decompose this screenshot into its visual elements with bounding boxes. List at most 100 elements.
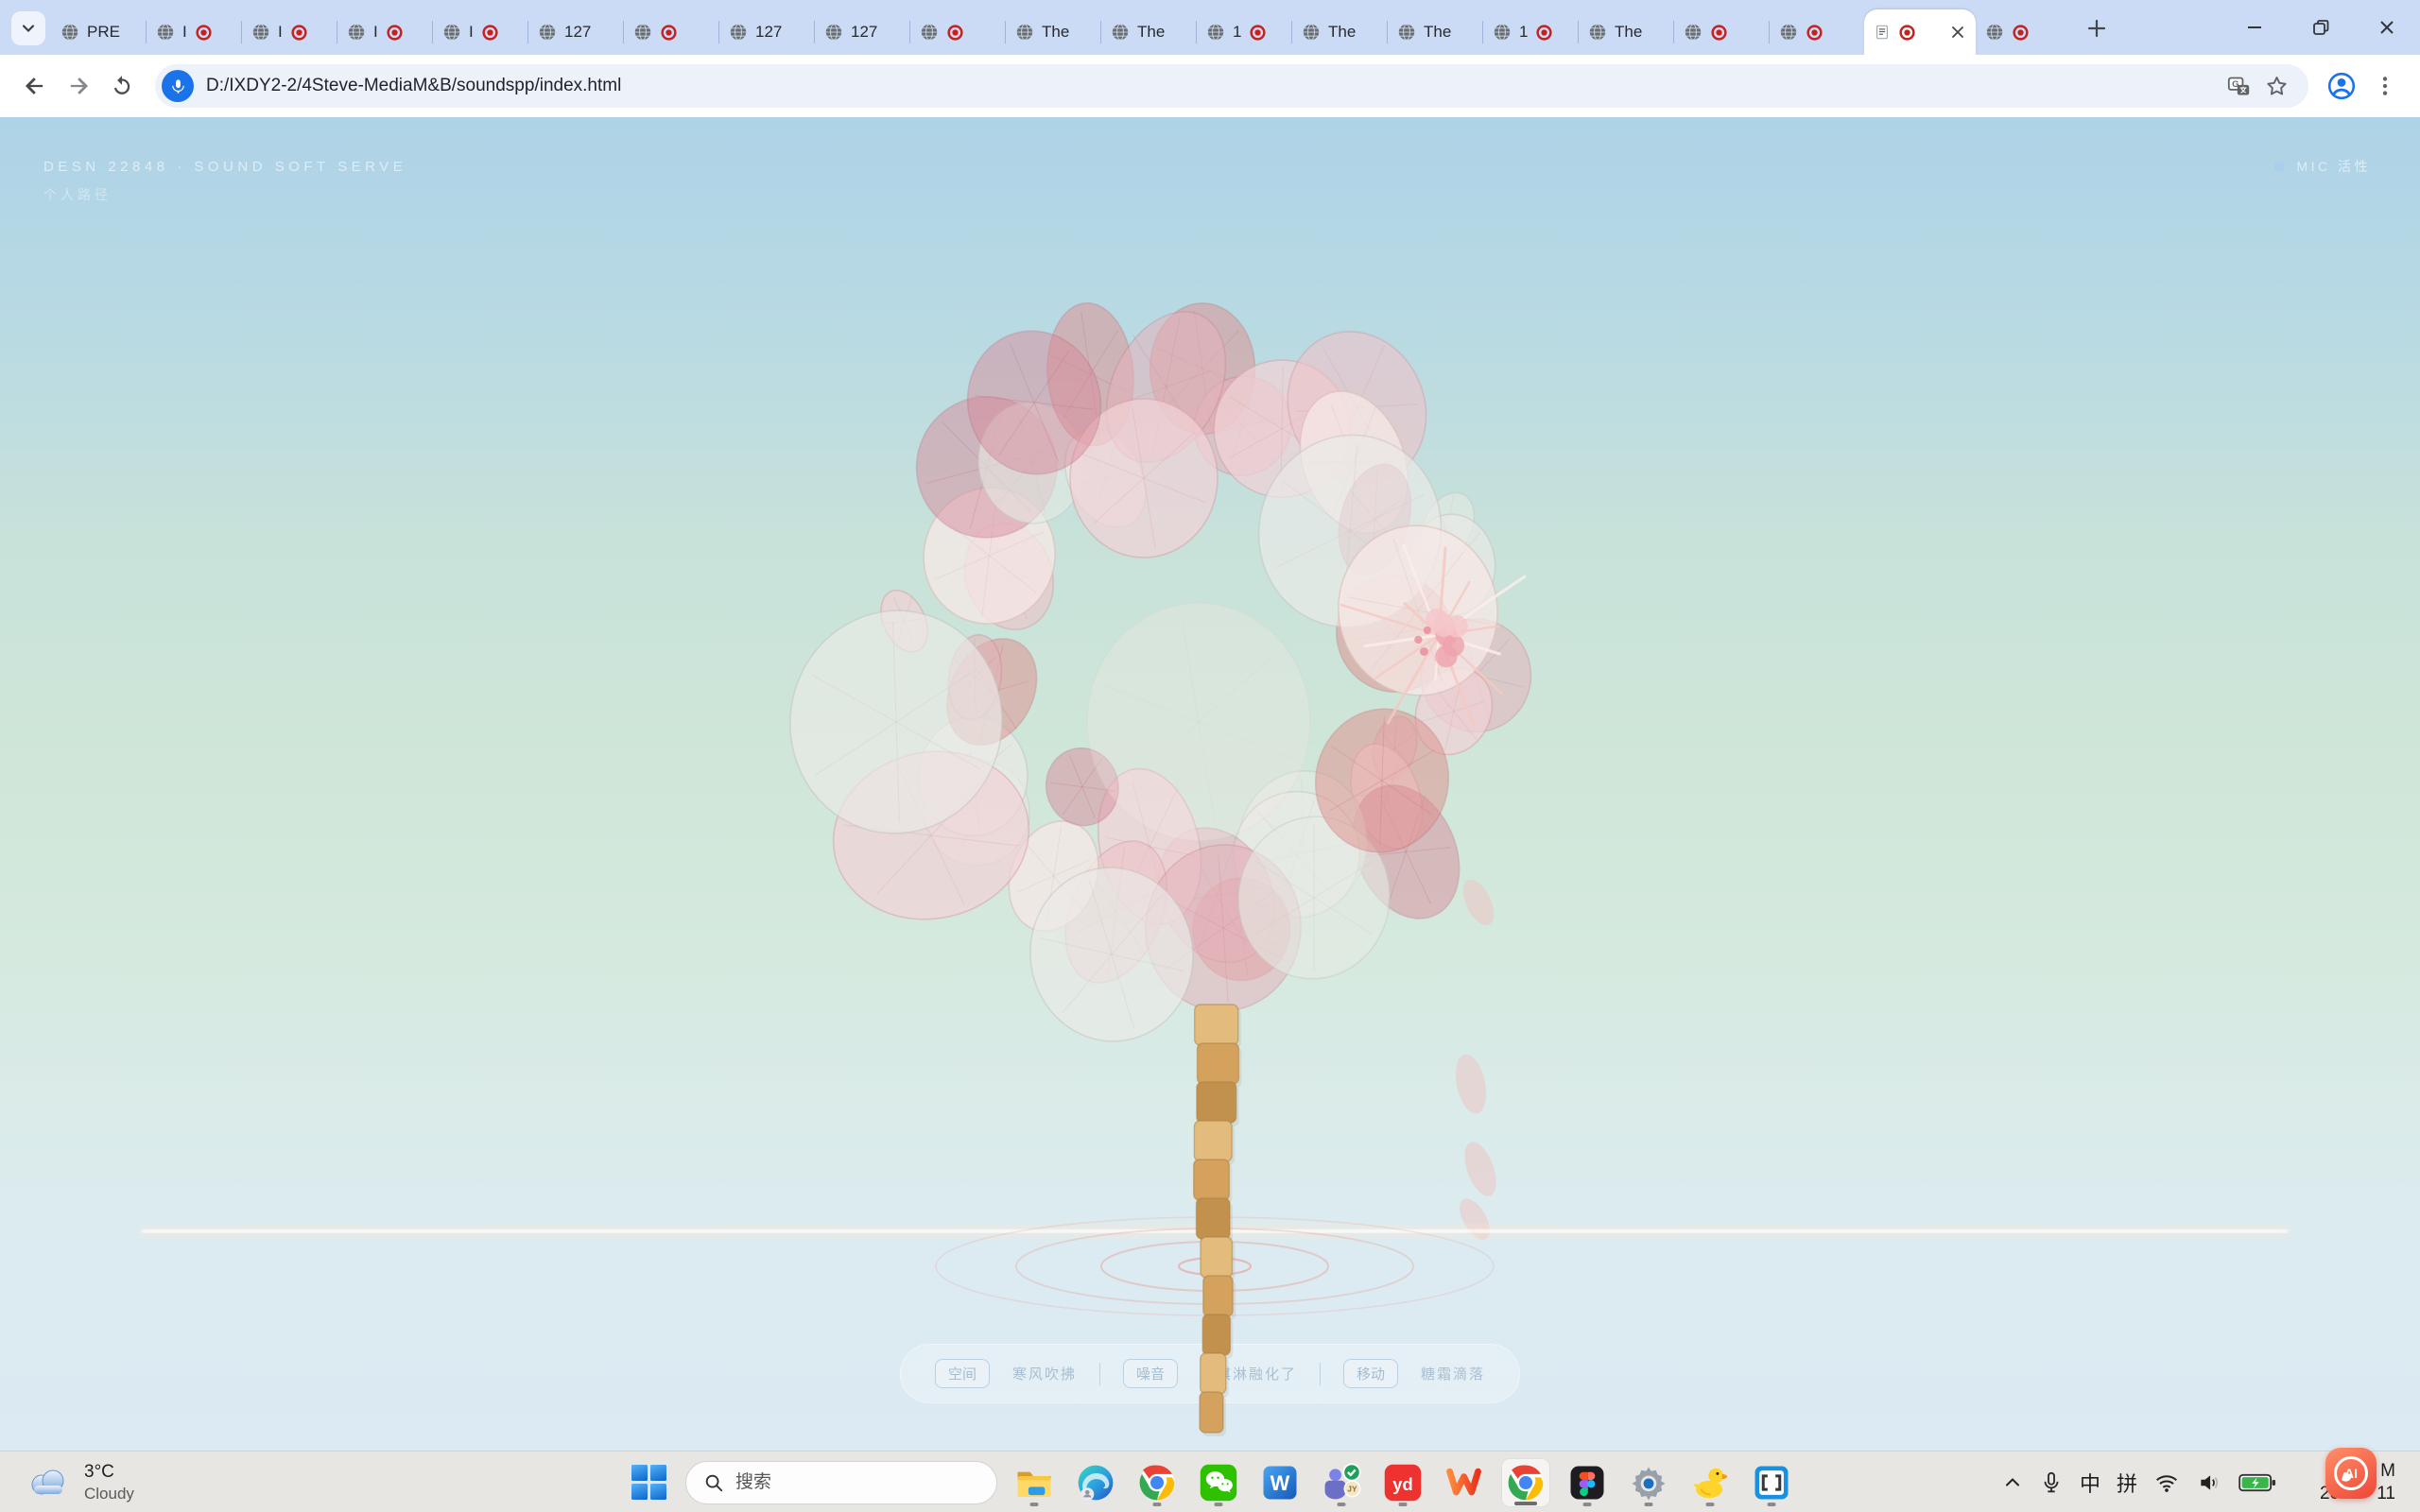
browser-tab[interactable]: The <box>1388 9 1482 55</box>
taskbar-search-box[interactable] <box>685 1461 997 1504</box>
browser-tab[interactable]: PRE <box>51 9 146 55</box>
browser-tab[interactable]: 1 <box>1483 9 1578 55</box>
globe-favicon-icon <box>60 23 79 42</box>
clock-time-end: M <box>2380 1460 2395 1483</box>
taskbar-app-youdao[interactable]: yd <box>1378 1458 1427 1507</box>
url-text[interactable]: D:/IXDY2-2/4Steve-MediaM&B/soundspp/inde… <box>206 76 2220 96</box>
legend-action-0: 寒风吹拂 <box>1012 1364 1077 1383</box>
volume-icon[interactable] <box>2196 1470 2222 1495</box>
browser-tab[interactable]: I <box>242 9 337 55</box>
close-window-button[interactable] <box>2354 0 2420 55</box>
forward-button[interactable] <box>57 64 100 108</box>
search-input[interactable] <box>735 1472 962 1493</box>
browser-tab[interactable]: The <box>1006 9 1100 55</box>
tab-search-button[interactable] <box>11 11 45 45</box>
taskbar-app-figma[interactable] <box>1563 1458 1612 1507</box>
browser-tab[interactable] <box>910 9 1005 55</box>
wifi-icon[interactable] <box>2153 1470 2180 1495</box>
taskbar-app-file-explorer[interactable] <box>1010 1458 1059 1507</box>
browser-tab[interactable]: 127 <box>528 9 623 55</box>
translate-button[interactable]: G <box>2220 67 2257 105</box>
globe-favicon-icon <box>1588 23 1607 42</box>
cloud-icon <box>25 1466 72 1500</box>
ai-assistant-button[interactable]: AI <box>2325 1448 2377 1499</box>
soft-serve-visualization <box>0 117 2420 1451</box>
tray-chevron-up-icon[interactable] <box>2002 1472 2023 1493</box>
running-indicator <box>1030 1503 1039 1506</box>
bookmark-button[interactable] <box>2257 67 2295 105</box>
tab-label: 127 <box>851 23 877 42</box>
browser-tab[interactable]: 127 <box>719 9 814 55</box>
taskbar-app-word[interactable]: W <box>1255 1458 1305 1507</box>
browser-tab[interactable]: I <box>337 9 432 55</box>
recording-indicator-icon <box>660 24 678 42</box>
close-icon <box>2377 17 2397 38</box>
legend-key-1: 噪音 <box>1123 1359 1178 1388</box>
browser-tab[interactable] <box>1674 9 1769 55</box>
forward-arrow-icon <box>65 73 92 99</box>
taskbar-app-teams[interactable]: JY <box>1317 1458 1366 1507</box>
taskbar-app-edge[interactable] <box>1071 1458 1120 1507</box>
restore-button[interactable] <box>2288 0 2354 55</box>
browser-tab[interactable] <box>1976 9 2070 55</box>
window-controls <box>2221 0 2420 55</box>
system-tray: 中 拼 <box>2002 1452 2276 1512</box>
browser-tab[interactable]: The <box>1579 9 1673 55</box>
start-button[interactable] <box>624 1458 673 1507</box>
recording-indicator-icon <box>1806 24 1824 42</box>
web-page: DESN 22848 · SOUND SOFT SERVE 个人路径 MIC 活… <box>0 117 2420 1451</box>
microphone-in-use-icon[interactable] <box>162 70 194 102</box>
running-indicator <box>1706 1503 1715 1506</box>
browser-tab[interactable]: The <box>1101 9 1196 55</box>
wps-office-icon <box>1443 1464 1485 1502</box>
browser-tab[interactable]: I <box>433 9 527 55</box>
taskbar-app-cyberduck[interactable] <box>1685 1458 1735 1507</box>
profile-button[interactable] <box>2320 64 2363 108</box>
back-button[interactable] <box>13 64 57 108</box>
running-indicator <box>1338 1503 1346 1506</box>
browser-tab-active[interactable] <box>1864 9 1976 55</box>
tab-close-icon[interactable] <box>1949 24 1966 41</box>
recording-indicator-icon <box>1898 24 1916 42</box>
word-icon: W <box>1260 1463 1300 1503</box>
recording-indicator-icon <box>1535 24 1553 42</box>
recording-indicator-icon <box>946 24 964 42</box>
taskbar-app-chrome-active[interactable] <box>1501 1458 1550 1507</box>
tab-label: I <box>182 23 187 42</box>
browser-tab[interactable]: The <box>1292 9 1387 55</box>
browser-tab[interactable]: 127 <box>815 9 909 55</box>
battery-charging-icon[interactable] <box>2238 1472 2276 1493</box>
browser-tab[interactable]: 1 <box>1197 9 1291 55</box>
tab-label: I <box>278 23 283 42</box>
ime-pinyin-indicator[interactable]: 拼 <box>2117 1468 2137 1498</box>
translate-icon: G <box>2226 74 2252 99</box>
taskbar-center: W JY yd <box>624 1452 1796 1512</box>
edge-icon <box>1076 1463 1115 1503</box>
back-arrow-icon <box>22 73 48 99</box>
menu-button[interactable] <box>2363 64 2407 108</box>
taskbar-weather-widget[interactable]: 3°C Cloudy <box>25 1452 134 1512</box>
taskbar-app-wps[interactable] <box>1440 1458 1489 1507</box>
mic-icon <box>169 77 187 95</box>
tab-label: The <box>1615 23 1642 42</box>
teams-icon: JY <box>1321 1462 1362 1503</box>
minimize-button[interactable] <box>2221 0 2288 55</box>
tray-microphone-icon[interactable] <box>2039 1470 2064 1495</box>
taskbar-app-chrome[interactable] <box>1132 1458 1182 1507</box>
new-tab-button[interactable] <box>2080 11 2114 45</box>
address-bar[interactable]: D:/IXDY2-2/4Steve-MediaM&B/soundspp/inde… <box>155 64 2308 108</box>
svg-text:W: W <box>1270 1470 1290 1494</box>
browser-tab[interactable] <box>624 9 718 55</box>
ime-language-indicator[interactable]: 中 <box>2080 1468 2100 1498</box>
browser-tab[interactable] <box>1770 9 1864 55</box>
running-indicator <box>1215 1503 1223 1506</box>
taskbar-app-wechat[interactable] <box>1194 1458 1243 1507</box>
reload-button[interactable] <box>100 64 144 108</box>
minimize-icon <box>2244 17 2265 38</box>
taskbar-app-brackets[interactable] <box>1747 1458 1796 1507</box>
taskbar-app-settings[interactable] <box>1624 1458 1673 1507</box>
browser-tab[interactable]: I <box>147 9 241 55</box>
globe-favicon-icon <box>1397 23 1416 42</box>
reload-icon <box>110 74 134 98</box>
globe-favicon-icon <box>1206 23 1225 42</box>
